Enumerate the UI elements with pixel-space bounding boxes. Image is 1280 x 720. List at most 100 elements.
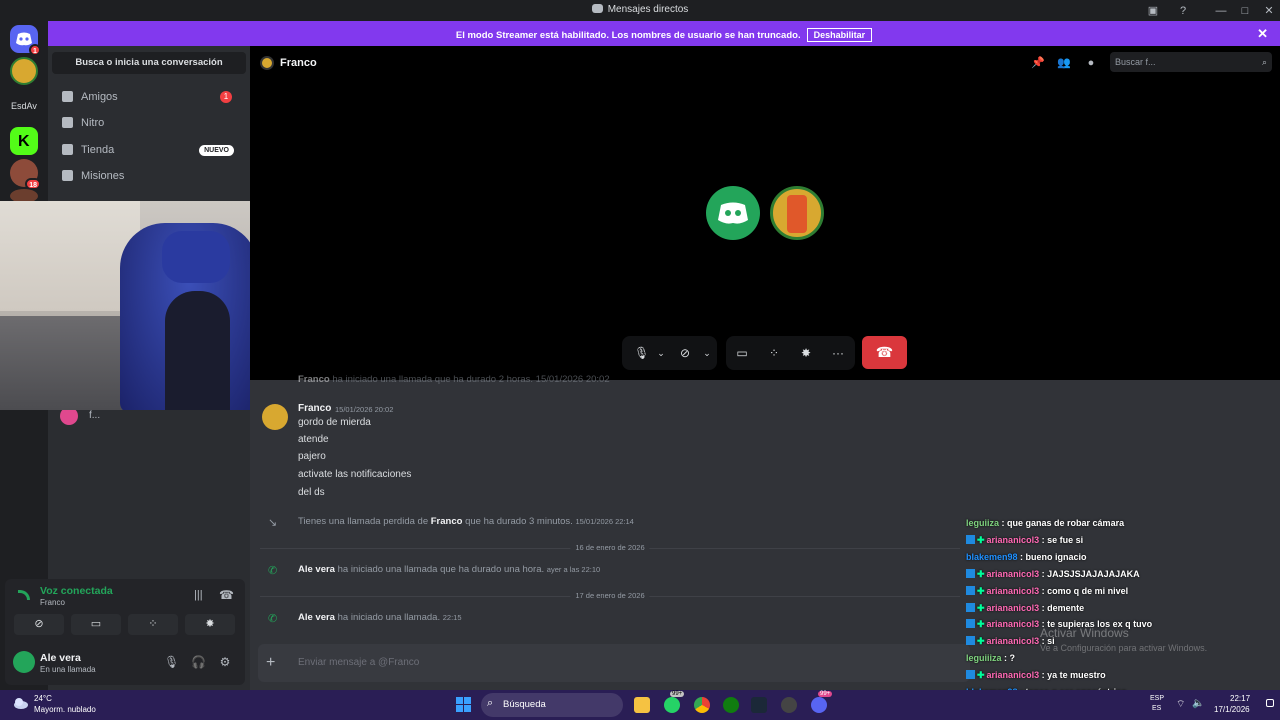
phone-icon: ✆ <box>268 613 278 625</box>
message-line: activate las notificaciones <box>298 469 412 480</box>
server-avatar[interactable]: 18 <box>10 159 41 190</box>
gear-icon[interactable]: ⚙ <box>218 655 232 669</box>
streamer-mode-banner: El modo Streamer está habilitado. Los no… <box>48 21 1280 46</box>
system-message-cut: Franco ha iniciado una llamada que ha du… <box>298 374 610 385</box>
windows-start-icon[interactable] <box>456 697 471 712</box>
chat-text: : se fue si <box>1041 534 1084 545</box>
wifi-icon[interactable]: ⌔ <box>1176 698 1185 711</box>
camera-off-icon[interactable]: ⊘ <box>678 346 692 360</box>
add-attachment-icon[interactable]: + <box>266 654 275 672</box>
message-line: del ds <box>298 487 325 498</box>
message-author[interactable]: Franco <box>298 403 331 414</box>
sidebar-item-nitro[interactable]: Nitro <box>56 111 242 135</box>
clock-time[interactable]: 22:17 <box>1230 694 1250 703</box>
chevron-down-icon[interactable]: ⌄ <box>654 346 668 360</box>
badge-icon <box>966 585 975 595</box>
activities-button[interactable]: ⁘ <box>128 614 178 635</box>
microphone-icon[interactable]: 🎙 <box>164 655 179 669</box>
voice-status[interactable]: Voz conectada <box>40 585 113 597</box>
discord-logo-icon <box>718 202 748 224</box>
add-friends-icon[interactable]: 👥 <box>1057 56 1071 70</box>
xbox-icon[interactable] <box>723 697 739 713</box>
dm-avatar-franco[interactable] <box>10 57 38 85</box>
home-button[interactable]: 1 <box>10 25 41 56</box>
call-actions: ▭ ⁘ ✸ ··· <box>726 336 855 370</box>
sidebar-item-quests[interactable]: Misiones <box>56 164 242 188</box>
call-message: Ale vera ha iniciado una llamada que ha … <box>298 564 601 575</box>
badge-icon <box>966 602 975 612</box>
chat-text: : como q de mi nivel <box>1041 585 1129 596</box>
call-message: Ale vera ha iniciado una llamada. 22:15 <box>298 612 462 623</box>
chat-text: : JAJSJSJAJAJAJAKA <box>1041 568 1140 579</box>
voice-channel[interactable]: Franco <box>40 598 65 607</box>
server-badge: 18 <box>25 178 41 190</box>
chrome-icon[interactable] <box>694 697 710 713</box>
server-label[interactable]: EsdAv <box>11 101 37 111</box>
username[interactable]: Ale vera <box>40 652 81 664</box>
close-window-button[interactable]: ✕ <box>1261 3 1277 19</box>
activate-windows-watermark: Activar Windows <box>1040 626 1129 640</box>
camera-off-button[interactable]: ⊘ <box>14 614 64 635</box>
soundboard-icon[interactable]: ✸ <box>799 346 813 360</box>
whatsapp-icon[interactable]: 99+ <box>664 691 685 713</box>
keyboard-layout[interactable]: ES <box>1152 705 1161 712</box>
cloud-icon[interactable] <box>12 694 30 712</box>
soundboard-icon[interactable]: ||| <box>194 589 203 601</box>
help-icon[interactable]: ? <box>1175 3 1191 19</box>
discord-taskbar-icon[interactable]: 99+ <box>811 691 833 713</box>
friends-count-badge: 1 <box>220 91 232 103</box>
volume-icon[interactable]: 🔈 <box>1192 698 1204 709</box>
profile-icon[interactable]: ● <box>1084 56 1098 70</box>
soundboard-button[interactable]: ✸ <box>185 614 235 635</box>
pin-icon[interactable]: 📌 <box>1031 56 1045 70</box>
missed-call-message: Tienes una llamada perdida de Franco que… <box>298 516 634 527</box>
microphone-icon[interactable]: 🎙 <box>634 346 649 360</box>
user-panel: Ale vera En una llamada 🎙 🎧 ⚙ <box>5 641 245 685</box>
search-icon: ⌕ <box>1261 57 1267 67</box>
sub-badge-icon: ✚ <box>977 619 985 630</box>
maximize-button[interactable]: □ <box>1237 3 1253 19</box>
more-icon[interactable]: ··· <box>831 346 845 360</box>
kick-server-icon[interactable]: K <box>10 127 38 155</box>
inbox-icon[interactable]: ▣ <box>1145 3 1161 19</box>
participant-avatar-franco[interactable] <box>770 186 824 240</box>
avatar[interactable] <box>13 651 35 673</box>
avatar[interactable] <box>262 404 288 430</box>
sidebar-item-store[interactable]: Tienda NUEVO <box>56 138 242 162</box>
chat-user: ariananicol3 <box>986 585 1040 596</box>
activities-icon[interactable]: ⁘ <box>767 346 781 360</box>
sidebar-item-friends[interactable]: Amigos 1 <box>56 85 242 109</box>
obs-icon[interactable] <box>781 697 797 713</box>
dm-name-truncated[interactable]: f... <box>89 410 100 421</box>
disable-button[interactable]: Deshabilitar <box>806 28 873 42</box>
chat-text: : bueno ignacio <box>1020 551 1087 562</box>
search-input[interactable]: Busca o inicia una conversación <box>52 52 246 74</box>
temperature[interactable]: 24°C <box>34 694 52 703</box>
taskbar-search[interactable]: ⌕ Búsqueda <box>481 693 623 717</box>
close-icon[interactable]: ✕ <box>1257 26 1268 42</box>
screen-share-button[interactable]: ▭ <box>71 614 121 635</box>
steam-icon[interactable] <box>751 697 767 713</box>
chat-user: leguiiza <box>966 518 1000 528</box>
clock-date[interactable]: 17/1/2026 <box>1214 705 1250 714</box>
file-explorer-icon[interactable] <box>634 697 650 713</box>
minimize-button[interactable]: — <box>1213 3 1229 19</box>
webcam-overlay <box>0 201 262 410</box>
screen-share-icon[interactable]: ▭ <box>735 346 749 360</box>
notifications-icon[interactable] <box>1266 699 1274 707</box>
title-bar: Mensajes directos ▣ ? — □ ✕ <box>0 0 1280 21</box>
participant-avatar-ale[interactable] <box>706 186 760 240</box>
sub-badge-icon: ✚ <box>977 534 985 545</box>
weather-condition[interactable]: Mayorm. nublado <box>34 705 96 714</box>
disconnect-icon[interactable]: ☎ <box>219 588 234 602</box>
headphones-icon[interactable]: 🎧 <box>191 655 206 669</box>
chevron-down-icon[interactable]: ⌄ <box>700 346 714 360</box>
search-field[interactable]: Buscar f... ⌕ <box>1110 52 1272 72</box>
message-input[interactable]: + Enviar mensaje a @Franco <box>258 644 970 682</box>
language-indicator[interactable]: ESP <box>1150 695 1164 702</box>
hang-up-button[interactable]: ☎ <box>862 336 907 369</box>
store-icon <box>62 144 73 155</box>
quests-icon <box>62 170 73 181</box>
chat-overlay-line: ✚ ariananicol3 : JAJSJSJAJAJAJAKA <box>966 568 1140 580</box>
message-timestamp: 15/01/2026 20:02 <box>335 405 394 414</box>
